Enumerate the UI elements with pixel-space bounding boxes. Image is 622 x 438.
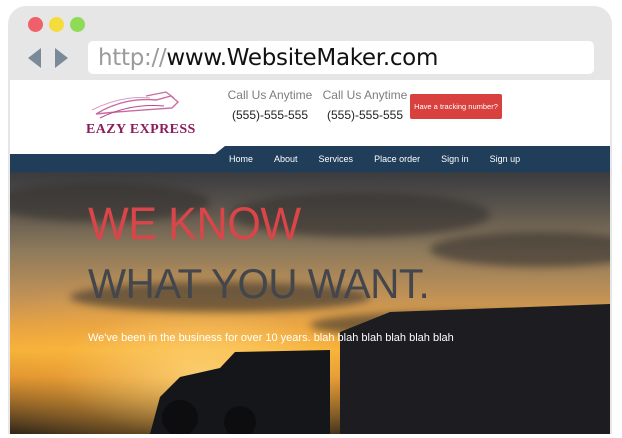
browser-nav: [28, 48, 68, 68]
nav-item-sign-in[interactable]: Sign in: [441, 154, 469, 164]
contact-block-1: Call Us Anytime (555)-555-555: [225, 88, 315, 122]
nav-item-home[interactable]: Home: [229, 154, 253, 164]
url-protocol: http://: [98, 44, 167, 71]
tracking-number-button[interactable]: Have a tracking number?: [410, 94, 502, 119]
back-arrow-icon[interactable]: [28, 48, 41, 68]
hero-heading-line1: WE KNOW: [88, 198, 301, 249]
nav-item-place-order[interactable]: Place order: [374, 154, 420, 164]
website-viewport: EAZY EXPRESS Call Us Anytime (555)-555-5…: [10, 80, 610, 434]
contact-block-2: Call Us Anytime (555)-555-555: [320, 88, 410, 122]
site-logo[interactable]: EAZY EXPRESS: [86, 88, 195, 138]
hero-heading-line2: WHAT YOU WANT.: [88, 260, 430, 307]
close-window-dot[interactable]: [28, 17, 43, 32]
navbar-notch: [10, 146, 225, 154]
nav-item-about[interactable]: About: [274, 154, 298, 164]
nav-item-services[interactable]: Services: [319, 154, 354, 164]
nav-menu: Home About Services Place order Sign in …: [229, 146, 541, 172]
contact-phone[interactable]: (555)-555-555: [320, 108, 410, 122]
main-navbar: Home About Services Place order Sign in …: [10, 146, 610, 172]
browser-window: http://www.WebsiteMaker.com EAZY EXPRESS…: [8, 6, 612, 434]
logo-text: EAZY EXPRESS: [86, 122, 196, 137]
contact-label: Call Us Anytime: [322, 88, 408, 102]
url-host: www.WebsiteMaker.com: [166, 44, 439, 71]
hero-subtitle: We've been in the business for over 10 y…: [88, 332, 454, 344]
truck-logo-icon: [91, 91, 180, 119]
nav-item-sign-up[interactable]: Sign up: [490, 154, 521, 164]
forward-arrow-icon[interactable]: [55, 48, 68, 68]
window-controls: [28, 17, 85, 32]
contact-phone[interactable]: (555)-555-555: [225, 108, 315, 122]
minimize-window-dot[interactable]: [49, 17, 64, 32]
hero-banner: WE KNOW WHAT YOU WANT. We've been in the…: [10, 172, 610, 434]
site-header: EAZY EXPRESS Call Us Anytime (555)-555-5…: [10, 80, 610, 146]
maximize-window-dot[interactable]: [70, 17, 85, 32]
contact-label: Call Us Anytime: [227, 88, 313, 102]
address-bar[interactable]: http://www.WebsiteMaker.com: [88, 41, 594, 74]
